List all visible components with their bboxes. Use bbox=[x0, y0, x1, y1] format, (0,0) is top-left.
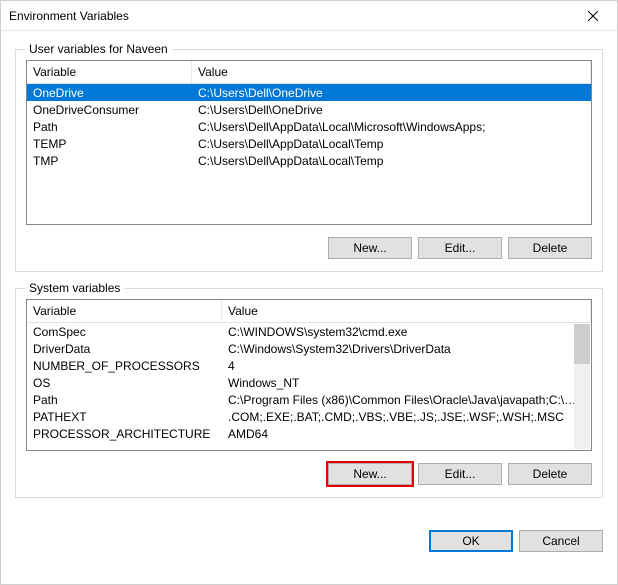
window-title: Environment Variables bbox=[9, 9, 570, 23]
variable-name-cell: OneDriveConsumer bbox=[27, 102, 192, 118]
table-row[interactable]: NUMBER_OF_PROCESSORS4 bbox=[27, 357, 591, 374]
table-row[interactable]: OSWindows_NT bbox=[27, 374, 591, 391]
table-row[interactable]: ComSpecC:\WINDOWS\system32\cmd.exe bbox=[27, 323, 591, 340]
variable-value-cell: C:\Users\Dell\AppData\Local\Microsoft\Wi… bbox=[192, 119, 591, 135]
variable-name-cell: PATHEXT bbox=[27, 409, 222, 425]
variable-name-cell: ComSpec bbox=[27, 324, 222, 340]
variable-name-cell: DriverData bbox=[27, 341, 222, 357]
variable-name-cell: Path bbox=[27, 392, 222, 408]
system-edit-button[interactable]: Edit... bbox=[418, 463, 502, 485]
environment-variables-dialog: Environment Variables User variables for… bbox=[0, 0, 618, 585]
column-variable[interactable]: Variable bbox=[27, 61, 192, 83]
table-row[interactable]: TMPC:\Users\Dell\AppData\Local\Temp bbox=[27, 152, 591, 169]
variable-name-cell: NUMBER_OF_PROCESSORS bbox=[27, 358, 222, 374]
variable-name-cell: TEMP bbox=[27, 136, 192, 152]
variable-value-cell: C:\Users\Dell\AppData\Local\Temp bbox=[192, 136, 591, 152]
system-variables-group: System variables Variable Value ComSpecC… bbox=[15, 288, 603, 498]
variable-value-cell: Windows_NT bbox=[222, 375, 591, 391]
table-row[interactable]: PathC:\Users\Dell\AppData\Local\Microsof… bbox=[27, 118, 591, 135]
variable-value-cell: C:\WINDOWS\system32\cmd.exe bbox=[222, 324, 591, 340]
close-button[interactable] bbox=[570, 2, 615, 30]
table-row[interactable]: TEMPC:\Users\Dell\AppData\Local\Temp bbox=[27, 135, 591, 152]
table-row[interactable]: OneDriveC:\Users\Dell\OneDrive bbox=[27, 84, 591, 101]
system-variables-table[interactable]: Variable Value ComSpecC:\WINDOWS\system3… bbox=[26, 299, 592, 451]
variable-value-cell: .COM;.EXE;.BAT;.CMD;.VBS;.VBE;.JS;.JSE;.… bbox=[222, 409, 591, 425]
column-value[interactable]: Value bbox=[222, 300, 591, 322]
variable-value-cell: C:\Program Files (x86)\Common Files\Orac… bbox=[222, 392, 591, 408]
system-delete-button[interactable]: Delete bbox=[508, 463, 592, 485]
column-value[interactable]: Value bbox=[192, 61, 591, 83]
user-variables-label: User variables for Naveen bbox=[25, 42, 172, 56]
user-new-button[interactable]: New... bbox=[328, 237, 412, 259]
variable-value-cell: AMD64 bbox=[222, 426, 591, 442]
system-new-button[interactable]: New... bbox=[328, 463, 412, 485]
scrollbar-thumb[interactable] bbox=[574, 324, 590, 364]
table-header: Variable Value bbox=[27, 61, 591, 84]
dialog-button-row: OK Cancel bbox=[1, 526, 617, 564]
table-row[interactable]: PATHEXT.COM;.EXE;.BAT;.CMD;.VBS;.VBE;.JS… bbox=[27, 408, 591, 425]
user-button-row: New... Edit... Delete bbox=[26, 237, 592, 259]
close-icon bbox=[588, 11, 598, 21]
variable-value-cell: C:\Users\Dell\OneDrive bbox=[192, 102, 591, 118]
ok-button[interactable]: OK bbox=[429, 530, 513, 552]
variable-name-cell: OneDrive bbox=[27, 85, 192, 101]
user-table-body: OneDriveC:\Users\Dell\OneDriveOneDriveCo… bbox=[27, 84, 591, 224]
table-row[interactable]: PathC:\Program Files (x86)\Common Files\… bbox=[27, 391, 591, 408]
variable-name-cell: PROCESSOR_ARCHITECTURE bbox=[27, 426, 222, 442]
system-button-row: New... Edit... Delete bbox=[26, 463, 592, 485]
user-edit-button[interactable]: Edit... bbox=[418, 237, 502, 259]
variable-value-cell: C:\Users\Dell\AppData\Local\Temp bbox=[192, 153, 591, 169]
variable-name-cell: TMP bbox=[27, 153, 192, 169]
titlebar: Environment Variables bbox=[1, 1, 617, 31]
table-row[interactable]: OneDriveConsumerC:\Users\Dell\OneDrive bbox=[27, 101, 591, 118]
variable-name-cell: Path bbox=[27, 119, 192, 135]
table-header: Variable Value bbox=[27, 300, 591, 323]
system-variables-label: System variables bbox=[25, 281, 124, 295]
variable-value-cell: C:\Users\Dell\OneDrive bbox=[192, 85, 591, 101]
user-variables-group: User variables for Naveen Variable Value… bbox=[15, 49, 603, 272]
user-variables-table[interactable]: Variable Value OneDriveC:\Users\Dell\One… bbox=[26, 60, 592, 225]
user-delete-button[interactable]: Delete bbox=[508, 237, 592, 259]
column-variable[interactable]: Variable bbox=[27, 300, 222, 322]
variable-name-cell: OS bbox=[27, 375, 222, 391]
table-row[interactable]: DriverDataC:\Windows\System32\Drivers\Dr… bbox=[27, 340, 591, 357]
dialog-content: User variables for Naveen Variable Value… bbox=[1, 31, 617, 526]
scrollbar[interactable] bbox=[574, 324, 590, 449]
cancel-button[interactable]: Cancel bbox=[519, 530, 603, 552]
variable-value-cell: C:\Windows\System32\Drivers\DriverData bbox=[222, 341, 591, 357]
system-table-body: ComSpecC:\WINDOWS\system32\cmd.exeDriver… bbox=[27, 323, 591, 450]
table-row[interactable]: PROCESSOR_ARCHITECTUREAMD64 bbox=[27, 425, 591, 442]
variable-value-cell: 4 bbox=[222, 358, 591, 374]
